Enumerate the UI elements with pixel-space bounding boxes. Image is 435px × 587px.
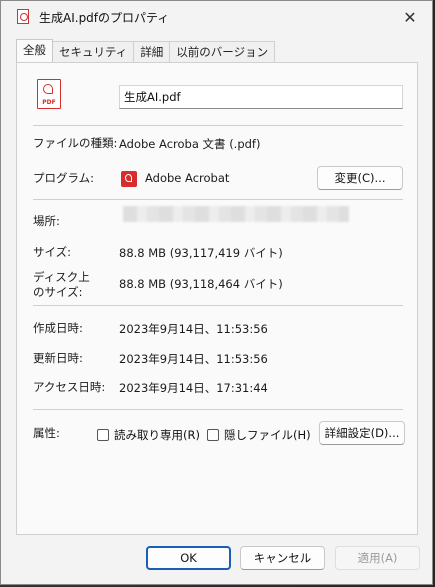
window-title: 生成AI.pdfのプロパティ	[39, 11, 170, 25]
hidden-checkbox[interactable]: 隠しファイル(H)	[207, 427, 311, 443]
disk-size-label-line2: のサイズ:	[33, 285, 83, 299]
checkbox-box[interactable]	[97, 429, 109, 441]
attributes-label: 属性:	[33, 426, 60, 440]
accessed-value: 2023年9月14日、17:31:44	[119, 381, 268, 395]
readonly-checkbox-label: 読み取り専用(R)	[114, 428, 200, 442]
divider	[33, 125, 403, 126]
tab-previous-versions[interactable]: 以前のバージョン	[169, 41, 276, 62]
created-label: 作成日時:	[33, 321, 83, 335]
program-value: Adobe Acrobat	[145, 171, 230, 185]
readonly-checkbox[interactable]: 読み取り専用(R)	[97, 427, 200, 443]
location-value-redacted	[123, 206, 349, 222]
acrobat-icon	[121, 171, 137, 187]
cancel-button[interactable]: キャンセル	[240, 546, 325, 570]
accessed-label: アクセス日時:	[33, 380, 106, 394]
created-value: 2023年9月14日、11:53:56	[119, 322, 268, 336]
tab-details[interactable]: 詳細	[133, 41, 171, 62]
disk-size-value: 88.8 MB (93,118,464 バイト)	[119, 277, 283, 291]
divider	[33, 305, 403, 306]
size-label: サイズ:	[33, 245, 72, 259]
close-button[interactable]: ✕	[400, 7, 420, 27]
title-bar: 生成AI.pdfのプロパティ ✕	[1, 1, 432, 33]
size-value: 88.8 MB (93,117,419 バイト)	[119, 246, 283, 260]
modified-value: 2023年9月14日、11:53:56	[119, 352, 268, 366]
apply-button[interactable]: 適用(A)	[335, 546, 420, 570]
tab-security[interactable]: セキュリティ	[52, 41, 135, 62]
file-name-input[interactable]	[119, 85, 403, 109]
file-type-value: Adobe Acroba 文書 (.pdf)	[119, 137, 261, 151]
location-label: 場所:	[33, 214, 60, 228]
ok-button[interactable]: OK	[146, 546, 231, 570]
hidden-checkbox-label: 隠しファイル(H)	[224, 428, 311, 442]
tab-strip: 全般 セキュリティ 詳細 以前のバージョン	[16, 39, 276, 63]
close-icon: ✕	[403, 7, 417, 27]
pdf-document-icon: PDF	[37, 79, 61, 109]
divider	[33, 409, 403, 410]
pdf-file-icon	[17, 9, 29, 24]
change-program-button[interactable]: 変更(C)...	[317, 166, 403, 190]
modified-label: 更新日時:	[33, 351, 83, 365]
file-type-label: ファイルの種類:	[33, 136, 118, 150]
properties-dialog: 生成AI.pdfのプロパティ ✕ 全般 セキュリティ 詳細 以前のバージョン P…	[0, 0, 433, 585]
tab-general[interactable]: 全般	[16, 39, 53, 62]
advanced-settings-button[interactable]: 詳細設定(D)...	[319, 421, 405, 445]
program-label: プログラム:	[33, 171, 95, 185]
disk-size-label-line1: ディスク上	[33, 270, 90, 284]
checkbox-box[interactable]	[207, 429, 219, 441]
general-panel: PDF ファイルの種類: Adobe Acroba 文書 (.pdf) プログラ…	[16, 62, 418, 535]
divider	[33, 199, 403, 200]
